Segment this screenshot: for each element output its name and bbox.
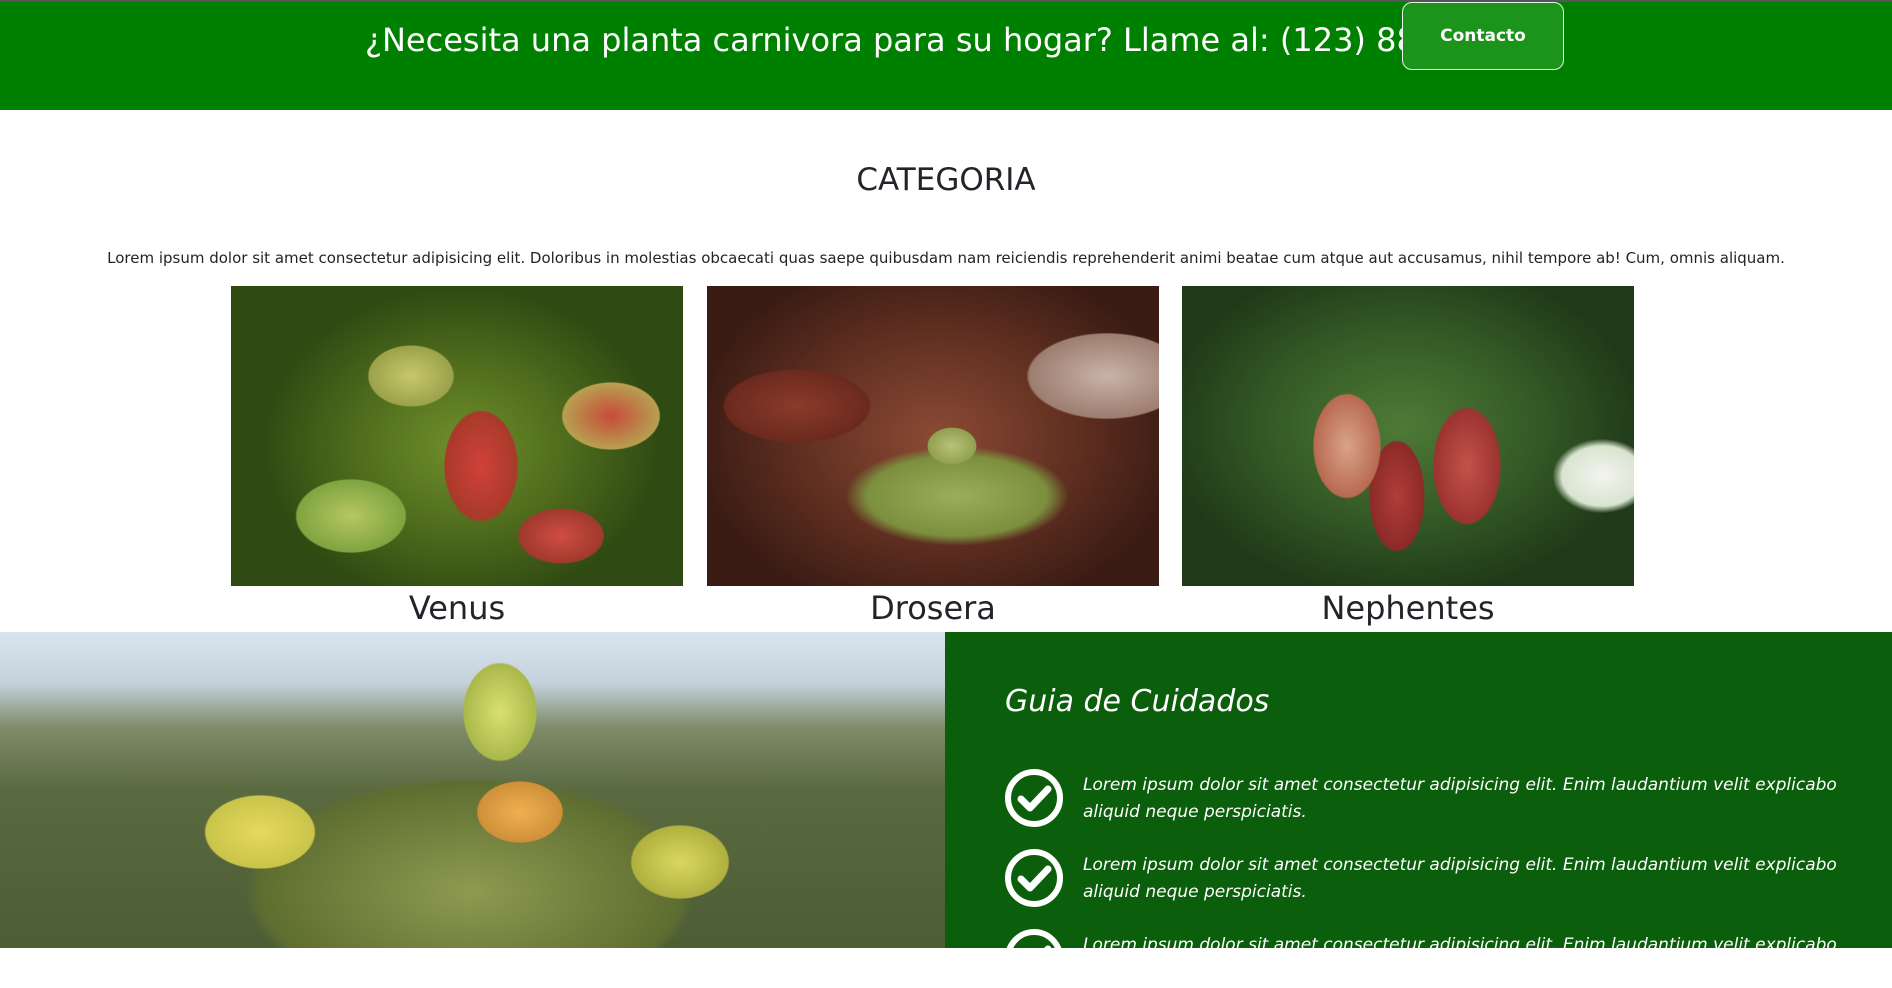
check-circle-icon	[1005, 929, 1063, 987]
care-item-text: Lorem ipsum dolor sit amet consectetur a…	[1083, 935, 1837, 982]
category-card-drosera[interactable]: Drosera	[707, 286, 1159, 628]
care-guide-photo	[0, 632, 945, 948]
care-item-text: Lorem ipsum dolor sit amet consectetur a…	[1083, 855, 1837, 902]
drosera-photo[interactable]	[707, 286, 1159, 586]
category-description: Lorem ipsum dolor sit amet consectetur a…	[107, 249, 1785, 267]
care-guide-section: Guia de Cuidados Lorem ipsum dolor sit a…	[945, 632, 1892, 987]
card-name: Nephentes	[1321, 589, 1495, 627]
nephentes-photo[interactable]	[1182, 286, 1634, 586]
venus-flytrap-photo[interactable]	[231, 286, 683, 586]
category-card-nephentes[interactable]: Nephentes	[1182, 286, 1634, 628]
check-circle-icon	[1005, 849, 1063, 907]
banner-phone-text: ¿Necesita una planta carnivora para su h…	[365, 21, 1499, 59]
card-name: Drosera	[870, 589, 996, 627]
category-card-venus[interactable]: Venus	[231, 286, 683, 628]
care-guide-title: Guia de Cuidados	[1005, 684, 1270, 719]
check-circle-icon	[1005, 769, 1063, 827]
contact-button[interactable]: Contacto	[1402, 2, 1564, 70]
category-title: CATEGORIA	[856, 162, 1036, 198]
care-item-text: Lorem ipsum dolor sit amet consectetur a…	[1083, 775, 1837, 822]
card-name: Venus	[408, 589, 506, 627]
call-to-action-banner: ¿Necesita una planta carnivora para su h…	[0, 2, 1892, 110]
